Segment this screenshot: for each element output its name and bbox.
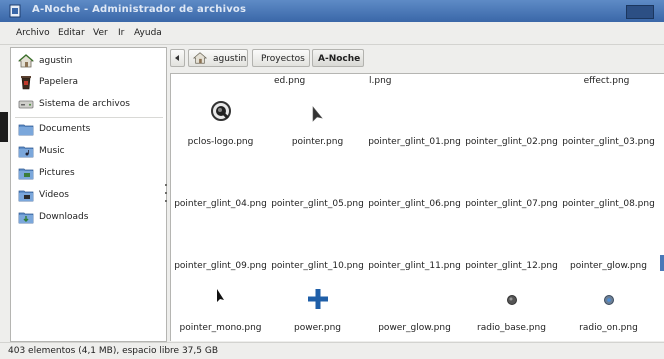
sidebar-item-music[interactable]: Music <box>15 141 163 161</box>
sidebar-item-label: Downloads <box>39 212 89 222</box>
sidebar-item-label: Papelera <box>39 77 79 87</box>
crumb-label: Proyectos <box>261 54 305 64</box>
drive-icon <box>18 100 34 109</box>
crumb-proyectos[interactable]: Proyectos <box>252 49 310 67</box>
sidebar-item-label: Pictures <box>39 168 75 178</box>
chevron-left-icon <box>175 55 179 61</box>
desktop-edge <box>660 255 664 271</box>
trash-icon <box>21 76 31 90</box>
sidebar-item-trash[interactable]: Papelera <box>15 72 163 92</box>
home-icon <box>193 52 207 64</box>
sidebar-item-label: Sistema de archivos <box>39 99 130 109</box>
sidebar-item-downloads[interactable]: Downloads <box>15 207 163 227</box>
cursor-icon <box>312 106 323 122</box>
cursor-mono-icon <box>217 289 224 302</box>
crumb-a-noche[interactable]: A-Noche <box>312 49 364 67</box>
sidebar-item-home[interactable]: agustin <box>15 51 163 71</box>
window-title: A-Noche - Administrador de archivos <box>32 4 247 15</box>
desktop-edge <box>0 112 8 142</box>
sidebar-item-label: agustin <box>39 56 73 66</box>
folder-downloads-icon <box>18 212 34 224</box>
status-bar: 403 elementos (4,1 MB), espacio libre 37… <box>0 342 664 359</box>
menu-ver[interactable]: Ver <box>93 28 108 38</box>
path-back-button[interactable] <box>170 49 185 67</box>
sidebar-item-label: Music <box>39 146 65 156</box>
file-view[interactable]: ed.png l.png effect.png pclos-logo.png p… <box>170 73 664 341</box>
crumb-label: A-Noche <box>318 54 361 64</box>
folder-videos-icon <box>18 190 34 202</box>
sidebar-item-label: Videos <box>39 190 69 200</box>
plus-icon <box>308 289 328 309</box>
menu-ayuda[interactable]: Ayuda <box>134 28 162 38</box>
menu-ir[interactable]: Ir <box>118 28 124 38</box>
pclos-logo-icon <box>211 101 231 121</box>
radio-dot-icon <box>507 295 517 305</box>
title-bar[interactable]: A-Noche - Administrador de archivos <box>0 0 664 22</box>
home-icon <box>18 54 34 68</box>
status-text: 403 elementos (4,1 MB), espacio libre 37… <box>8 346 218 356</box>
sidebar-item-videos[interactable]: Videos <box>15 185 163 205</box>
sidebar-item-pictures[interactable]: Pictures <box>15 163 163 183</box>
sidebar-item-documents[interactable]: Documents <box>15 119 163 139</box>
sidebar-item-label: Documents <box>39 124 91 134</box>
pane-resize-handle[interactable] <box>165 180 168 210</box>
menu-editar[interactable]: Editar <box>58 28 85 38</box>
window-controls[interactable] <box>626 5 654 19</box>
crumb-label: agustin <box>213 54 247 64</box>
folder-pictures-icon <box>18 168 34 180</box>
menu-archivo[interactable]: Archivo <box>16 28 50 38</box>
sidebar-divider <box>15 117 163 118</box>
sidebar: agustin Papelera Sistema de archivos Doc… <box>10 47 167 342</box>
radio-dot-blue-icon <box>604 295 614 305</box>
folder-icon <box>18 124 34 136</box>
menu-bar: Archivo Editar Ver Ir Ayuda <box>0 22 664 45</box>
file-manager-window: A-Noche - Administrador de archivos Arch… <box>0 0 664 359</box>
folder-music-icon <box>18 146 34 158</box>
crumb-home[interactable]: agustin <box>188 49 248 67</box>
sidebar-item-filesystem[interactable]: Sistema de archivos <box>15 94 163 114</box>
window-app-icon <box>9 4 21 18</box>
